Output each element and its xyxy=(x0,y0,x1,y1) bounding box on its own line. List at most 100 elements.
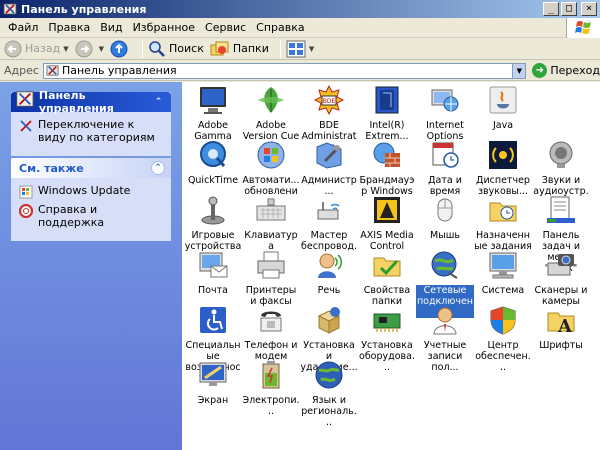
title-bar[interactable]: Панель управления _ □ × xyxy=(0,0,600,18)
item-sound-manager[interactable]: Диспетчер звуковы... xyxy=(474,139,532,197)
panel-title: См. также xyxy=(19,161,84,175)
link-label: Справка и поддержка xyxy=(38,203,105,229)
minimize-button[interactable]: _ xyxy=(543,2,559,16)
item-bde-administrator[interactable]: BDE BDE Administrator xyxy=(300,84,358,153)
switch-to-category-view-link[interactable]: Переключение к виду по категориям xyxy=(19,118,165,144)
item-system[interactable]: Система xyxy=(474,249,532,305)
item-label: Речь xyxy=(317,285,341,296)
close-button[interactable]: × xyxy=(581,2,597,16)
menu-help[interactable]: Справка xyxy=(252,21,310,34)
address-bar: Адрес Панель управления ▼ ➜ Переход xyxy=(0,61,600,81)
axis-icon xyxy=(374,197,400,223)
address-input[interactable]: Панель управления ▼ xyxy=(42,62,527,79)
item-security-center[interactable]: Центр обеспечен... xyxy=(474,304,532,373)
item-label: Почта xyxy=(198,285,228,296)
item-display[interactable]: Экран xyxy=(184,359,242,415)
menu-file[interactable]: Файл xyxy=(4,21,44,34)
firewall-icon xyxy=(373,142,400,167)
item-regional-options[interactable]: Язык и региональ... xyxy=(300,359,358,428)
menu-tools[interactable]: Сервис xyxy=(201,21,252,34)
item-add-remove-programs[interactable]: Установка и удаление... xyxy=(300,304,358,373)
item-internet-options[interactable]: Internet Options xyxy=(416,84,474,142)
control-panel-icon xyxy=(3,3,17,15)
scheduled-tasks-icon xyxy=(489,202,517,222)
address-dropdown-icon[interactable]: ▼ xyxy=(512,63,526,78)
leaf-icon xyxy=(258,87,284,113)
item-date-time[interactable]: Дата и время xyxy=(416,139,474,197)
item-intel-extreme[interactable]: Intel(R) Extrem... xyxy=(358,84,416,142)
item-add-hardware[interactable]: Установка оборудова... xyxy=(358,304,416,373)
item-sounds-audio[interactable]: Звуки и аудиоустр... xyxy=(532,139,590,208)
item-windows-firewall[interactable]: Брандмауэр Windows xyxy=(358,139,416,197)
back-button[interactable]: Назад ▼ xyxy=(4,40,69,58)
item-label: Шрифты xyxy=(539,340,583,351)
item-label: Экран xyxy=(197,395,229,406)
item-speech[interactable]: Речь xyxy=(300,249,358,305)
up-folder-icon xyxy=(110,40,128,57)
item-game-controllers[interactable]: Игровые устройства xyxy=(184,194,242,252)
keyboard-icon xyxy=(256,198,286,221)
chevron-down-icon[interactable]: ▼ xyxy=(63,45,68,53)
sound-manager-icon xyxy=(489,141,517,169)
item-adobe-version-cue[interactable]: Adobe Version Cue CS2 xyxy=(242,84,300,153)
item-fonts[interactable]: A Шрифты xyxy=(532,304,590,360)
maximize-button[interactable]: □ xyxy=(561,2,577,16)
item-power-options[interactable]: Электропи... xyxy=(242,359,300,417)
item-label: Java xyxy=(492,120,514,131)
user-accounts-icon xyxy=(433,307,457,335)
item-phone-modem[interactable]: Телефон и модем xyxy=(242,304,300,362)
item-quicktime[interactable]: QuickTime xyxy=(184,139,242,195)
item-axis-media-control[interactable]: AXIS Media Control xyxy=(358,194,416,252)
menu-edit[interactable]: Правка xyxy=(44,21,96,34)
forward-button[interactable]: ▼ xyxy=(75,40,104,58)
up-button[interactable] xyxy=(110,40,131,58)
panel-header[interactable]: См. также ⌃ xyxy=(11,158,171,178)
item-printers-faxes[interactable]: Принтеры и факсы xyxy=(242,249,300,307)
item-keyboard[interactable]: Клавиатура xyxy=(242,194,300,252)
menu-view[interactable]: Вид xyxy=(96,21,128,34)
item-accessibility[interactable]: Специальные возможности xyxy=(184,304,242,384)
quicktime-icon xyxy=(200,141,226,167)
item-wireless-wizard[interactable]: Мастер беспровод... xyxy=(300,194,358,263)
add-remove-icon xyxy=(317,307,341,334)
item-folder-options[interactable]: Свойства папки xyxy=(358,249,416,307)
address-label: Адрес xyxy=(4,64,39,77)
panel-header[interactable]: Панель управления ⌃ xyxy=(11,89,171,115)
address-value: Панель управления xyxy=(61,64,177,77)
windows-update-icon xyxy=(19,185,33,199)
see-also-panel: См. также ⌃ Windows Update Справка и под… xyxy=(11,158,171,241)
go-button[interactable]: ➜ Переход xyxy=(532,63,600,78)
item-label: Электропи... xyxy=(242,395,300,417)
views-button[interactable]: ▼ xyxy=(286,40,314,58)
monitor-icon xyxy=(200,87,226,114)
power-icon xyxy=(262,361,280,389)
collapse-icon[interactable]: ⌃ xyxy=(151,161,165,175)
chevron-down-icon[interactable]: ▼ xyxy=(99,45,104,53)
item-label: Учетные записи пол... xyxy=(423,340,467,373)
windows-update-link[interactable]: Windows Update xyxy=(19,184,165,199)
search-button[interactable]: Поиск xyxy=(148,40,204,58)
accessibility-icon xyxy=(200,307,226,333)
item-label: Центр обеспечен... xyxy=(475,340,531,373)
item-user-accounts[interactable]: Учетные записи пол... xyxy=(416,304,474,373)
item-automatic-updates[interactable]: Автомати... обновление xyxy=(242,139,300,208)
item-administrative-tools[interactable]: Администр... xyxy=(300,139,358,197)
chevron-down-icon[interactable]: ▼ xyxy=(309,45,314,53)
item-mouse[interactable]: Мышь xyxy=(416,194,474,250)
add-hardware-icon xyxy=(373,313,401,332)
go-label: Переход xyxy=(550,64,600,77)
menu-favorites[interactable]: Избранное xyxy=(129,21,201,34)
item-scanners-cameras[interactable]: Сканеры и камеры xyxy=(532,249,590,307)
collapse-icon[interactable]: ⌃ xyxy=(152,95,165,109)
help-and-support-link[interactable]: Справка и поддержка xyxy=(19,203,165,229)
calendar-icon xyxy=(432,142,459,168)
item-scheduled-tasks[interactable]: Назначенные задания xyxy=(474,194,532,252)
fonts-icon: A xyxy=(547,312,575,336)
item-adobe-gamma[interactable]: Adobe Gamma xyxy=(184,84,242,142)
folders-button[interactable]: Папки xyxy=(210,40,269,58)
search-label: Поиск xyxy=(169,42,204,55)
item-mail[interactable]: Почта xyxy=(184,249,242,305)
item-taskbar-start-menu[interactable]: Панель задач и меню "Пуск" xyxy=(532,194,590,274)
item-network-connections[interactable]: Сетевые подключения xyxy=(416,249,474,318)
item-java[interactable]: Java xyxy=(474,84,532,140)
